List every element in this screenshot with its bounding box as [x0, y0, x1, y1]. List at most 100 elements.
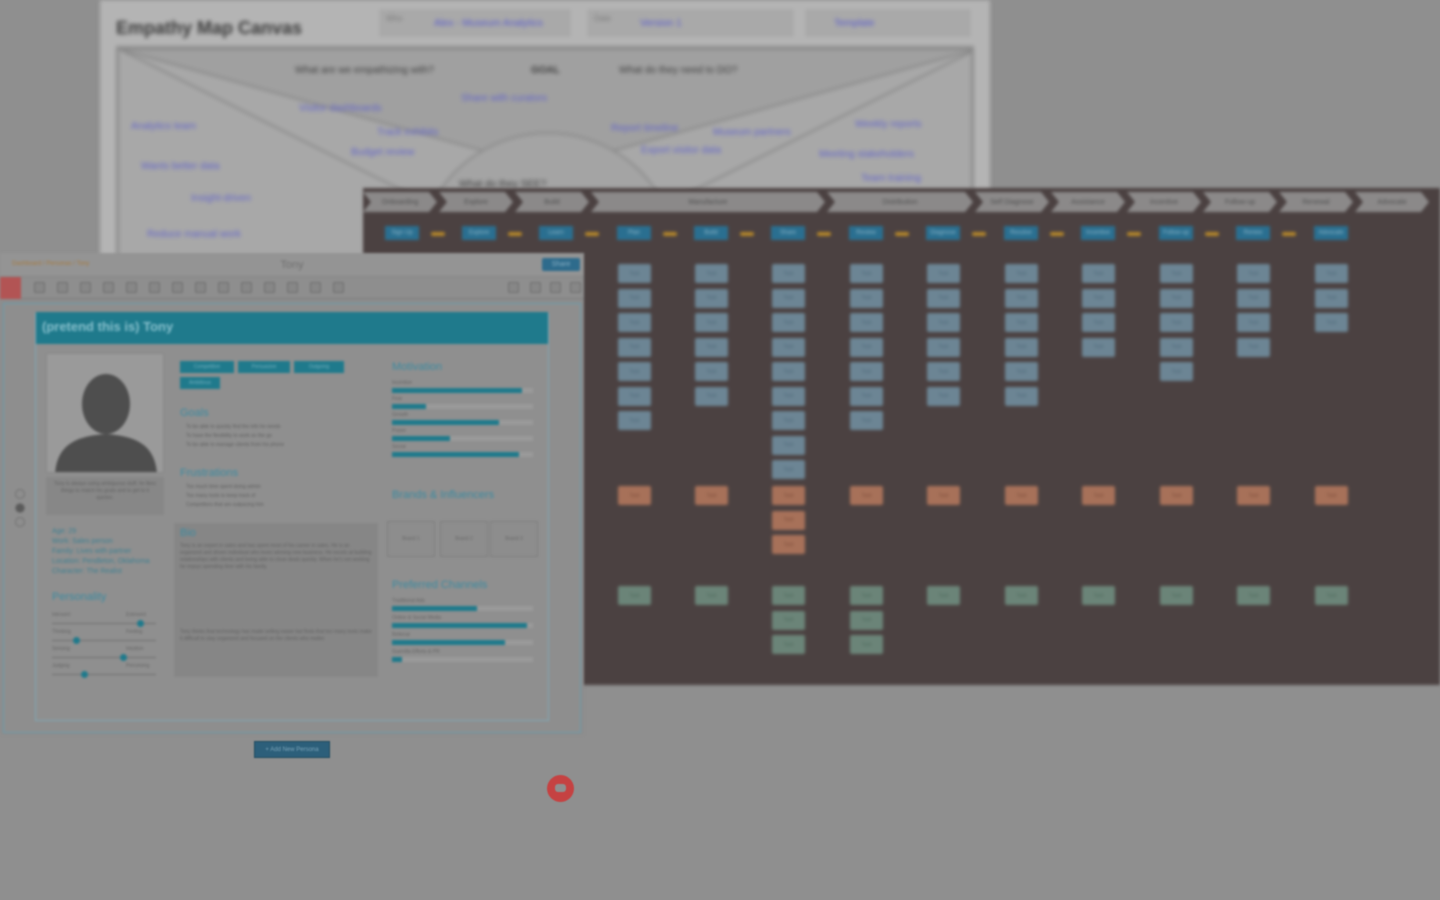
emotion-card[interactable]: Task — [618, 486, 651, 505]
opportunity-card[interactable]: Task — [850, 586, 883, 605]
resize-handle-icon[interactable] — [15, 517, 25, 527]
task-card[interactable]: Task — [695, 264, 728, 283]
channel-bar[interactable] — [392, 640, 533, 645]
journey-step[interactable]: Learn — [539, 226, 573, 240]
image-icon[interactable] — [103, 282, 114, 293]
task-card[interactable]: Task — [927, 337, 960, 357]
journey-step[interactable]: Advocate — [1314, 226, 1348, 240]
add-persona-button[interactable]: + Add New Persona — [254, 741, 330, 758]
channel-bar[interactable] — [392, 657, 533, 662]
emotion-card[interactable]: Task — [927, 486, 960, 505]
journey-step[interactable]: Diagnose — [926, 226, 960, 240]
personality-slider-knob[interactable] — [72, 637, 80, 644]
phase-chevron[interactable]: Onboarding — [363, 192, 437, 212]
task-card[interactable]: Task — [1082, 313, 1115, 332]
task-card[interactable]: Task — [927, 313, 960, 332]
undo-icon[interactable] — [34, 282, 45, 293]
task-card[interactable]: Task — [1082, 264, 1115, 283]
opportunity-card[interactable]: Task — [1237, 586, 1270, 605]
persona-name[interactable]: (pretend this is) Tony — [42, 319, 173, 334]
task-card[interactable]: Task — [850, 313, 883, 332]
emotion-card[interactable]: Task — [772, 510, 805, 530]
task-card[interactable]: Task — [1005, 386, 1038, 406]
sticky-note[interactable]: Weekly reports — [855, 119, 922, 130]
redo-icon[interactable] — [57, 282, 68, 293]
task-card[interactable]: Task — [1237, 288, 1270, 308]
drag-handle-icon[interactable] — [15, 503, 25, 513]
chart-icon[interactable] — [241, 282, 252, 293]
phase-chevron[interactable]: Self Diagnose — [975, 192, 1049, 212]
sticky-note[interactable]: Reduce manual work — [147, 229, 241, 240]
personality-slider[interactable] — [52, 620, 156, 627]
sticky-note[interactable]: Export visitor data — [641, 145, 721, 156]
task-card[interactable]: Task — [772, 386, 805, 406]
channel-bar[interactable] — [392, 606, 533, 611]
motivation-bar[interactable] — [392, 388, 533, 393]
task-card[interactable]: Task — [772, 288, 805, 308]
task-card[interactable]: Task — [1005, 337, 1038, 357]
task-card[interactable]: Task — [772, 460, 805, 479]
opportunity-card[interactable]: Task — [1082, 586, 1115, 605]
trait-tag[interactable]: Outgoing — [294, 361, 344, 373]
task-card[interactable]: Task — [1237, 313, 1270, 332]
task-card[interactable]: Task — [695, 313, 728, 332]
opportunity-card[interactable]: Task — [772, 635, 805, 654]
task-card[interactable]: Task — [618, 337, 651, 357]
task-card[interactable]: Task — [850, 288, 883, 308]
opportunity-card[interactable]: Task — [1315, 586, 1348, 605]
phase-chevron[interactable]: Follow-up — [1203, 192, 1277, 212]
rotate-handle-icon[interactable] — [15, 489, 25, 499]
journey-step[interactable]: Explore — [462, 226, 496, 240]
task-card[interactable]: Task — [772, 435, 805, 455]
task-card[interactable]: Task — [927, 264, 960, 283]
phase-chevron[interactable]: Build — [515, 192, 589, 212]
task-card[interactable]: Task — [850, 411, 883, 430]
emotion-card[interactable]: Task — [772, 535, 805, 554]
task-card[interactable]: Task — [1160, 264, 1193, 283]
motivation-bar[interactable] — [392, 404, 533, 409]
chat-icon[interactable] — [547, 775, 574, 802]
task-card[interactable]: Task — [927, 386, 960, 406]
emotion-card[interactable]: Task — [772, 486, 805, 505]
task-card[interactable]: Task — [1160, 362, 1193, 381]
task-card[interactable]: Task — [618, 386, 651, 406]
history-icon[interactable] — [508, 282, 519, 293]
opportunity-card[interactable]: Task — [927, 586, 960, 605]
task-card[interactable]: Task — [772, 411, 805, 430]
trait-tag[interactable]: Persuasive — [238, 361, 290, 373]
task-card[interactable]: Task — [695, 362, 728, 381]
grid-icon[interactable] — [333, 282, 344, 293]
task-card[interactable]: Task — [1237, 337, 1270, 357]
phase-chevron[interactable]: Incentive — [1127, 192, 1201, 212]
task-card[interactable]: Task — [772, 313, 805, 332]
emotion-card[interactable]: Task — [1082, 486, 1115, 505]
sticky-note[interactable]: Team training — [861, 173, 921, 184]
task-card[interactable]: Task — [1082, 337, 1115, 357]
task-card[interactable]: Task — [772, 362, 805, 381]
task-card[interactable]: Task — [1160, 313, 1193, 332]
journey-step[interactable]: Renew — [1236, 226, 1270, 240]
journey-step[interactable]: Review — [849, 226, 883, 240]
brand-logo-box[interactable]: Brand 2 — [440, 521, 488, 557]
frame-icon[interactable] — [80, 282, 91, 293]
journey-step[interactable]: Plan — [617, 226, 651, 240]
journey-step[interactable]: Share — [771, 226, 805, 240]
pen-icon[interactable] — [172, 282, 183, 293]
emotion-card[interactable]: Task — [1005, 486, 1038, 505]
sticky-note[interactable]: Share with curators — [461, 93, 547, 104]
journey-step[interactable]: Sign Up — [385, 226, 419, 240]
sticky-note[interactable]: Analytics team — [131, 121, 196, 132]
task-card[interactable]: Task — [1315, 313, 1348, 332]
personality-slider[interactable] — [52, 671, 156, 678]
sticky-note[interactable]: Track exhibits — [377, 127, 438, 138]
brand-logo-box[interactable]: Brand 1 — [387, 521, 435, 557]
task-card[interactable]: Task — [695, 288, 728, 308]
emotion-card[interactable]: Task — [1315, 486, 1348, 505]
avatar[interactable] — [46, 353, 164, 473]
opportunity-card[interactable]: Task — [1160, 586, 1193, 605]
sticky-note[interactable]: Insight-driven — [191, 193, 251, 204]
opportunity-card[interactable]: Task — [850, 610, 883, 630]
task-card[interactable]: Task — [1005, 313, 1038, 332]
sticky-note[interactable]: Meeting stakeholders — [819, 149, 914, 160]
template-field[interactable] — [806, 10, 970, 36]
